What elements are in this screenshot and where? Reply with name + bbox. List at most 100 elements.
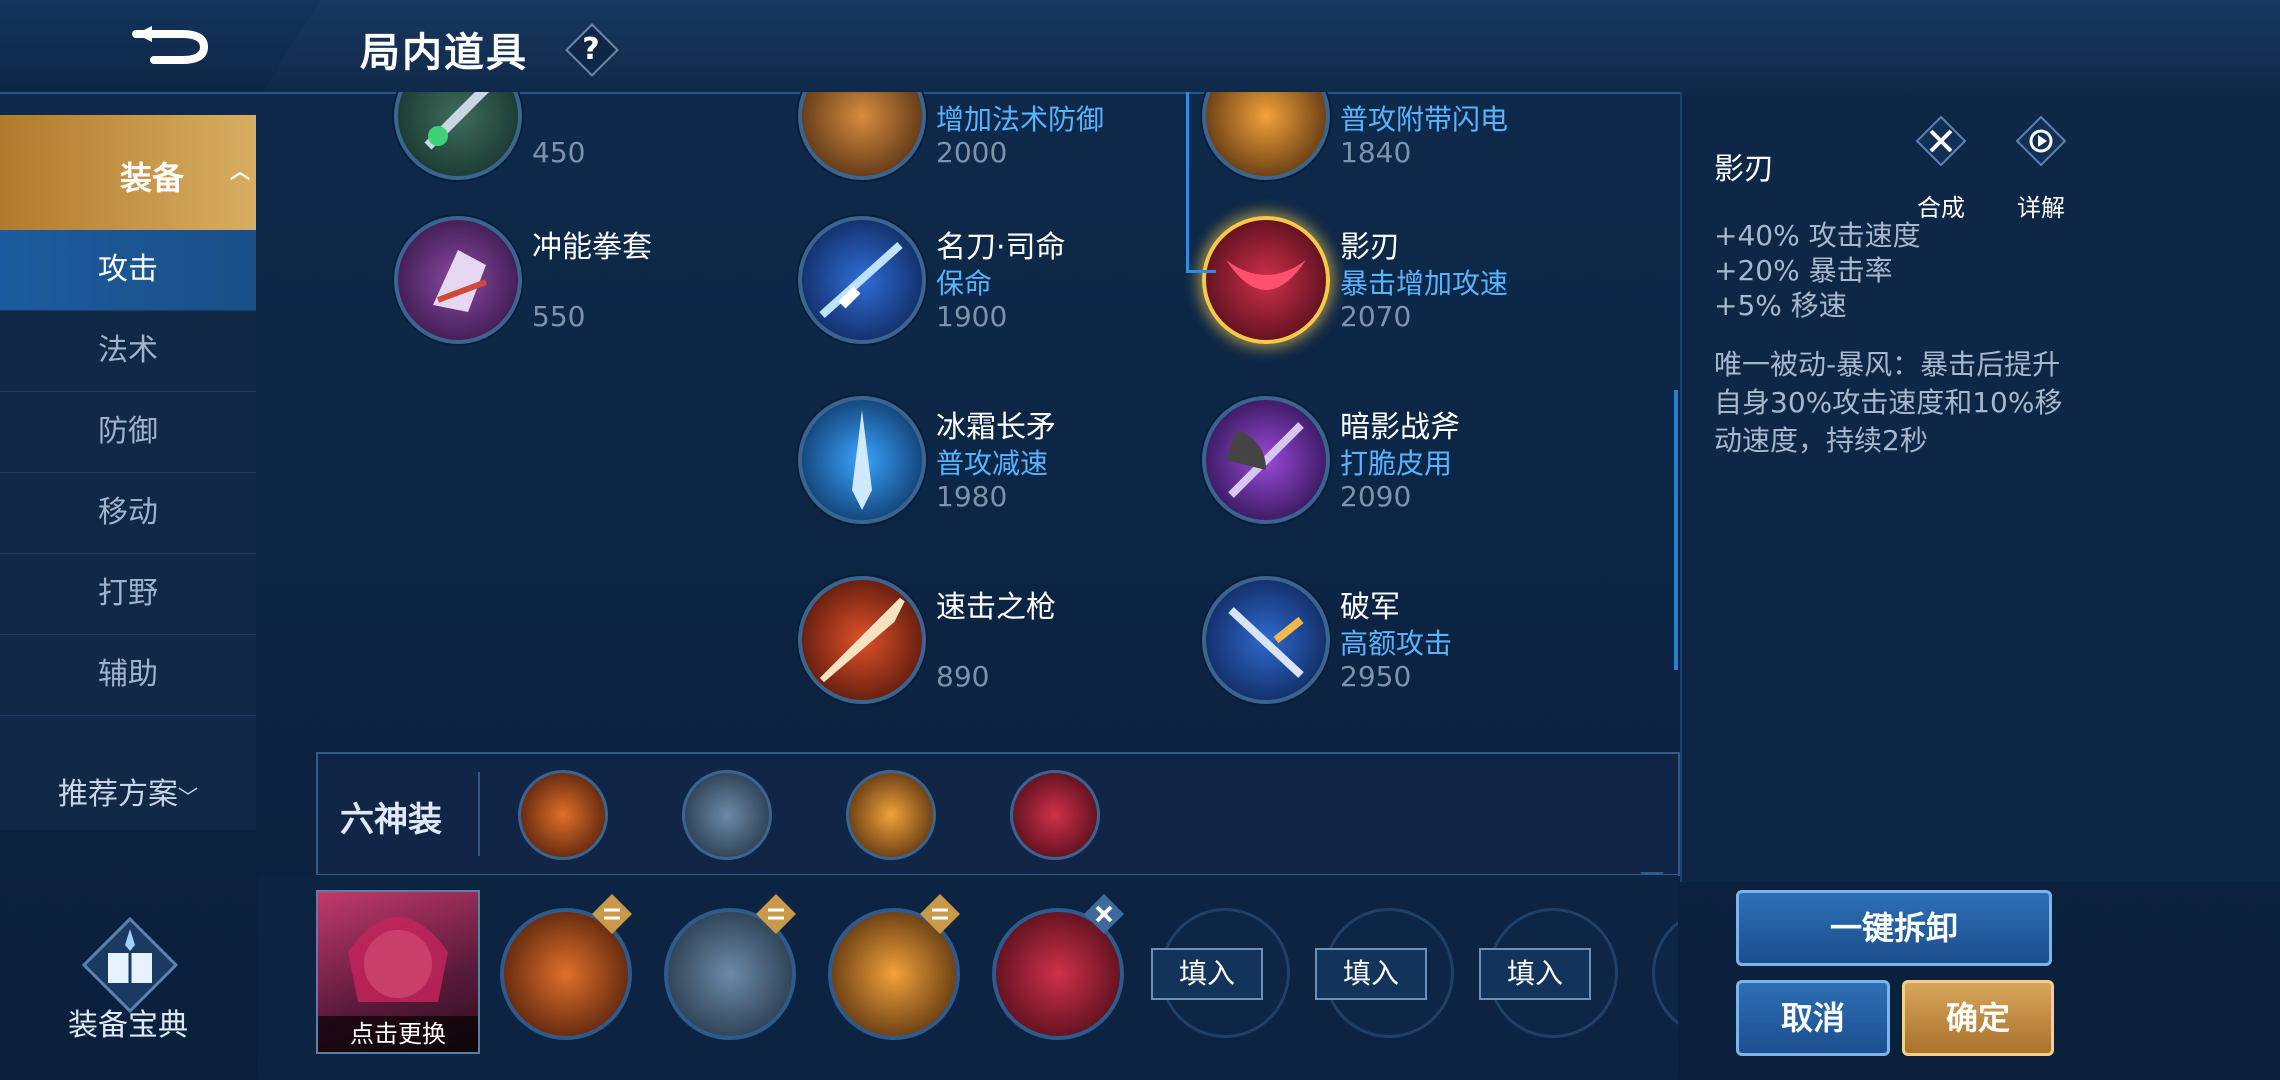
stat-line: +5% 移速 xyxy=(1714,289,1847,322)
back-button[interactable] xyxy=(0,0,320,92)
item-name: 破军 xyxy=(1340,590,1400,625)
empty-slot[interactable]: 填入 xyxy=(1315,908,1454,1038)
confirm-button[interactable]: 确定 xyxy=(1902,980,2054,1056)
hammer-icon xyxy=(1916,116,1966,166)
page-title: 局内道具 xyxy=(360,30,528,76)
boots-icon[interactable] xyxy=(682,770,772,860)
shadow-blade-icon[interactable] xyxy=(1010,770,1100,860)
item-desc: 保命 xyxy=(936,267,993,300)
six-god-set-panel: 六神装 xyxy=(316,752,1680,876)
item-desc: 普攻减速 xyxy=(936,447,1049,480)
sidebar-equipment-header[interactable]: 装备 ︿ xyxy=(0,115,256,230)
sidebar-item-magic[interactable]: 法术 xyxy=(0,311,256,392)
item-desc: 打脆皮用 xyxy=(1340,447,1453,480)
swap-icon[interactable] xyxy=(590,892,634,936)
item-price: 2000 xyxy=(936,136,1008,169)
blue-katana-icon xyxy=(798,216,926,344)
help-button[interactable]: ? xyxy=(565,23,619,77)
item-name: 速击之枪 xyxy=(936,590,1056,625)
item-card[interactable]: 破军 高额攻击 2950 xyxy=(1202,576,1582,706)
recommend-plans-label: 推荐方案 xyxy=(58,777,178,812)
item-grid: 450 增加法术防御 2000 普攻附带闪电 1840 冲能拳套 550 名刀·… xyxy=(258,92,1678,752)
item-name: 影刃 xyxy=(1340,230,1400,265)
top-bar: 局内道具 ? xyxy=(0,0,2280,94)
gauntlet-icon xyxy=(394,216,522,344)
golden-blade-icon[interactable] xyxy=(846,770,936,860)
compose-button[interactable]: 合成 xyxy=(1906,112,1976,222)
item-name: 冲能拳套 xyxy=(532,230,652,265)
empty-slot[interactable]: 填入 xyxy=(1151,908,1290,1038)
sidebar-item-support[interactable]: 辅助 xyxy=(0,635,256,716)
item-card[interactable]: 速击之枪 890 xyxy=(798,576,1178,706)
speed-spear-icon xyxy=(798,576,926,704)
back-arrow-icon xyxy=(132,26,209,64)
stat-line: +20% 暴击率 xyxy=(1714,254,1893,287)
shadow-blade-icon xyxy=(1202,216,1330,344)
empty-slot[interactable]: 填入 xyxy=(1479,908,1618,1038)
item-desc: 暴击增加攻速 xyxy=(1340,267,1509,300)
item-desc: 增加法术防御 xyxy=(936,103,1105,136)
swap-icon[interactable] xyxy=(754,892,798,936)
item-name: 冰霜长矛 xyxy=(936,410,1056,445)
stat-line: +40% 攻击速度 xyxy=(1714,219,1921,252)
detail-item-name: 影刃 xyxy=(1714,152,1774,187)
passive-description: 唯一被动-暴风：暴击后提升自身30%攻击速度和10%移动速度，持续2秒 xyxy=(1714,348,2063,457)
item-price: 550 xyxy=(532,300,586,333)
details-button[interactable]: 详解 xyxy=(2006,112,2076,222)
sidebar: 装备 ︿ 攻击 法术 防御 移动 打野 辅助 推荐方案﹀ 装备宝典 xyxy=(0,115,256,1080)
chevron-up-icon: ︿ xyxy=(230,159,250,183)
category-list: 攻击 法术 防御 移动 打野 辅助 xyxy=(0,230,256,830)
item-desc: 高额攻击 xyxy=(1340,627,1453,660)
frost-spear-icon xyxy=(798,396,926,524)
item-price: 2950 xyxy=(1340,660,1412,693)
recommend-plans-button[interactable]: 推荐方案﹀ xyxy=(0,755,256,835)
item-price: 1840 xyxy=(1340,136,1412,169)
close-icon[interactable] xyxy=(1082,892,1126,936)
fill-button[interactable]: 填入 xyxy=(1151,948,1263,1000)
upgrade-tree-line xyxy=(1186,270,1216,273)
item-price: 890 xyxy=(936,660,990,693)
hero-change-label: 点击更换 xyxy=(318,1016,478,1052)
codex-label[interactable]: 装备宝典 xyxy=(0,1000,256,1044)
item-detail-panel: 影刃 合成 详解 +40% 攻击速度 +20% 暴击率 +5% 移速 唯一被动-… xyxy=(1680,92,2280,882)
dagger-icon xyxy=(394,92,522,180)
upgrade-tree-line xyxy=(1186,92,1189,272)
item-price: 1900 xyxy=(936,300,1008,333)
six-god-set-label: 六神装 xyxy=(340,800,442,840)
item-card[interactable]: 增加法术防御 2000 xyxy=(798,92,1178,182)
item-card[interactable]: 暗影战斧 打脆皮用 2090 xyxy=(1202,396,1582,526)
sword-red-icon[interactable] xyxy=(518,770,608,860)
item-card[interactable]: 冲能拳套 550 xyxy=(394,216,774,346)
hero-avatar[interactable]: 点击更换 xyxy=(316,890,480,1054)
item-name: 暗影战斧 xyxy=(1340,410,1460,445)
item-card[interactable]: 名刀·司命 保命 1900 xyxy=(798,216,1178,346)
item-card[interactable]: 普攻附带闪电 1840 xyxy=(1202,92,1582,182)
help-icon: ? xyxy=(582,32,600,67)
sidebar-item-attack[interactable]: 攻击 xyxy=(0,230,256,311)
item-name: 名刀·司命 xyxy=(936,230,1066,265)
item-price: 1980 xyxy=(936,480,1008,513)
item-desc: 普攻附带闪电 xyxy=(1340,103,1509,136)
item-price: 450 xyxy=(532,136,586,169)
war-breaker-icon xyxy=(1202,576,1330,704)
item-card[interactable]: 450 xyxy=(394,92,774,182)
sidebar-item-jungle[interactable]: 打野 xyxy=(0,554,256,635)
sidebar-item-movement[interactable]: 移动 xyxy=(0,473,256,554)
item-card[interactable]: 影刃 暴击增加攻速 2070 xyxy=(1202,216,1582,346)
golden-blade-icon xyxy=(1202,92,1330,180)
swap-icon[interactable] xyxy=(918,892,962,936)
sidebar-item-defense[interactable]: 防御 xyxy=(0,392,256,473)
shadow-axe-icon xyxy=(1202,396,1330,524)
cancel-button[interactable]: 取消 xyxy=(1736,980,1890,1056)
details-label: 详解 xyxy=(2017,194,2065,222)
fill-button[interactable]: 填入 xyxy=(1315,948,1427,1000)
chevron-down-icon: ﹀ xyxy=(178,785,198,809)
dismantle-all-button[interactable]: 一键拆卸 xyxy=(1736,890,2052,966)
empty-slot-partial[interactable] xyxy=(1652,908,1678,1032)
fill-button[interactable]: 填入 xyxy=(1479,948,1591,1000)
item-price: 2090 xyxy=(1340,480,1412,513)
play-icon xyxy=(2016,116,2066,166)
item-card[interactable]: 冰霜长矛 普攻减速 1980 xyxy=(798,396,1178,526)
sidebar-equipment-label: 装备 xyxy=(120,159,185,197)
scrollbar[interactable] xyxy=(1674,390,1678,670)
